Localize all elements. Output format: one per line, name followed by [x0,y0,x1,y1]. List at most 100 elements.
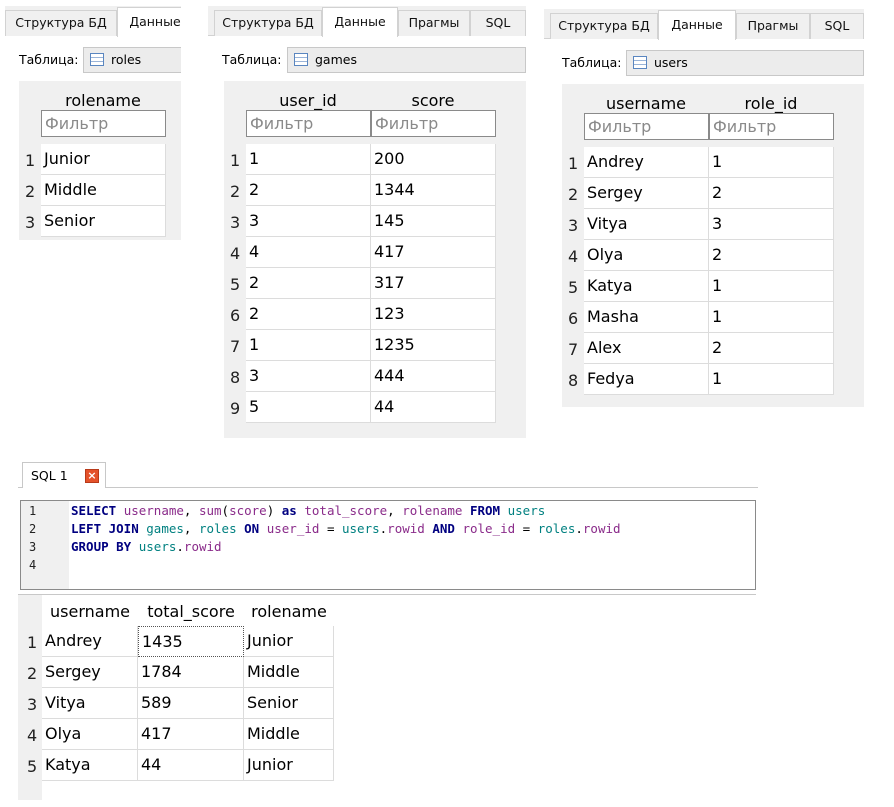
table-cell[interactable]: 5 [246,392,371,423]
tab-bar: Структура БД Данные Прагмы SQL [544,9,864,40]
table-cell[interactable]: 123 [371,299,496,330]
filter-input[interactable]: Фильтр [246,110,371,137]
table-cell[interactable]: 2 [246,299,371,330]
table-cell[interactable]: Sergey [42,657,138,688]
table-cell[interactable]: 417 [371,237,496,268]
filter-input[interactable]: Фильтр [709,113,834,140]
table-cell[interactable]: Alex [584,333,709,364]
table-cell[interactable]: 444 [371,361,496,392]
table-cell[interactable]: Senior [244,688,334,719]
column-header[interactable]: role_id [709,94,833,113]
tab-sql[interactable]: SQL [810,13,864,39]
filter-input[interactable]: Фильтр [584,113,709,140]
tab-pragmas[interactable]: Прагмы [398,10,470,36]
table-cell[interactable]: 44 [138,750,244,781]
table-cell[interactable]: 1 [246,330,371,361]
tab-data[interactable]: Данные [117,7,181,37]
table-cell[interactable]: Vitya [584,209,709,240]
table-cell[interactable]: 2 [709,178,834,209]
table-cell[interactable]: 3 [246,206,371,237]
table-cell[interactable]: Middle [244,719,334,750]
table-cell[interactable]: 589 [138,688,244,719]
table-cell[interactable]: Andrey [584,147,709,178]
table-cell[interactable]: Junior [41,144,166,175]
column-header[interactable]: user_id [246,91,370,110]
filter-input[interactable]: Фильтр [41,110,166,137]
table-icon [633,56,647,69]
table-cell[interactable]: Middle [41,175,166,206]
table-cell[interactable]: 3 [246,361,371,392]
table-cell[interactable]: 44 [371,392,496,423]
sql-editor[interactable]: 1 2 3 4 SELECT username, sum(score) as t… [20,500,756,590]
table-cell[interactable]: 1 [709,302,834,333]
tab-pragmas[interactable]: Прагмы [736,13,810,39]
table-cell[interactable]: 1 [709,147,834,178]
table-cell[interactable]: 1 [709,364,834,395]
code-token: LEFT JOIN [71,521,139,536]
table-cell[interactable]: 145 [371,206,496,237]
table-cell[interactable]: 1235 [371,330,496,361]
column-header[interactable]: username [584,94,708,113]
tab-sql[interactable]: SQL [470,10,526,36]
code-line: GROUP BY users.rowid [71,539,222,554]
column-header[interactable]: username [42,602,138,621]
table-cell[interactable]: Masha [584,302,709,333]
column-header[interactable]: score [371,91,495,110]
tab-structure[interactable]: Структура БД [550,13,658,39]
table-select[interactable]: roles [83,47,181,73]
table-cell[interactable]: Olya [584,240,709,271]
column-header[interactable]: total_score [138,602,244,621]
table-cell[interactable]: Fedya [584,364,709,395]
filter-input[interactable]: Фильтр [371,110,496,137]
table-cell[interactable]: Junior [244,750,334,781]
table-cell[interactable]: 417 [138,719,244,750]
table-cell[interactable]: Andrey [42,626,138,657]
table-cell[interactable]: 1 [709,271,834,302]
table-cell[interactable]: 2 [246,268,371,299]
code-token: username [123,503,184,518]
column-header[interactable]: rolename [41,91,165,110]
table-icon [90,53,104,66]
row-number: 4 [27,726,38,745]
table-select[interactable]: games [287,47,526,73]
table-cell[interactable]: 3 [709,209,834,240]
table-cell[interactable]: 317 [371,268,496,299]
table-cell[interactable]: 4 [246,237,371,268]
table-cell[interactable]: 1435 [138,626,244,657]
tab-structure[interactable]: Структура БД [214,10,322,36]
row-number: 1 [568,154,579,173]
table-cell[interactable]: 1784 [138,657,244,688]
close-icon[interactable]: × [85,469,99,483]
tab-data[interactable]: Данные [322,7,398,37]
table-cell[interactable]: Junior [244,626,334,657]
code-token: users [342,521,380,536]
table-cell[interactable]: Sergey [584,178,709,209]
table-cell[interactable]: 1344 [371,175,496,206]
table-cell[interactable]: 2 [246,175,371,206]
code-token: = [515,521,538,536]
table-cell[interactable]: Katya [584,271,709,302]
column-header[interactable]: rolename [244,602,334,621]
code-token: , [387,503,403,518]
table-cell[interactable]: Senior [41,206,166,237]
table-cell[interactable]: Katya [42,750,138,781]
table-cell[interactable]: Middle [244,657,334,688]
row-number: 1 [25,151,36,170]
table-cell[interactable]: 2 [709,333,834,364]
row-number: 3 [27,695,38,714]
table-cell[interactable]: 1 [246,144,371,175]
tab-structure[interactable]: Структура БД [5,10,117,36]
tab-data[interactable]: Данные [658,10,736,40]
table-cell[interactable]: 2 [709,240,834,271]
code-token: total_score [304,503,388,518]
row-number: 7 [230,337,241,356]
table-cell[interactable]: Vitya [42,688,138,719]
table-cell[interactable]: Olya [42,719,138,750]
table-cell[interactable]: 200 [371,144,496,175]
tab-sql-1[interactable]: SQL 1 × [22,462,106,488]
code-token: roles [537,521,576,536]
table-select[interactable]: users [626,50,864,76]
